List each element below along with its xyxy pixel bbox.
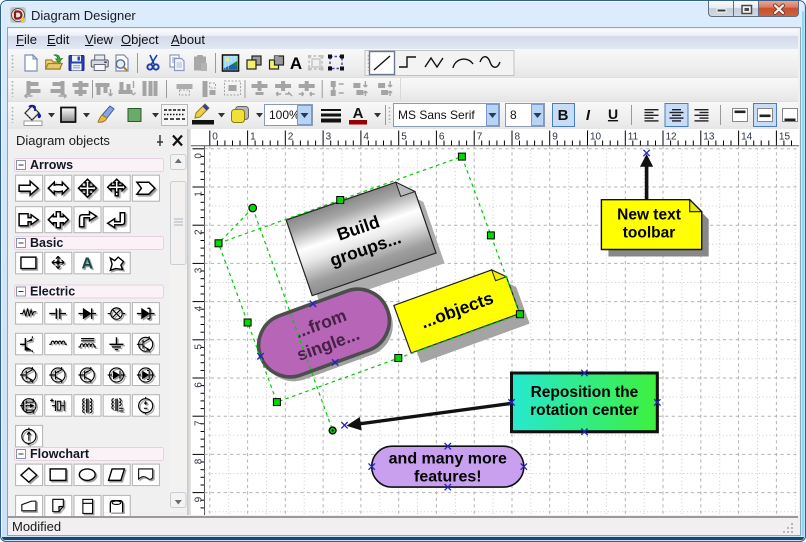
svg-text:A: A	[290, 54, 302, 73]
svg-text:10: 10	[590, 132, 602, 143]
svg-text:New text: New text	[617, 207, 681, 224]
svg-text:A: A	[82, 256, 94, 273]
svg-text:100%: 100%	[269, 108, 300, 122]
svg-text:U: U	[608, 106, 618, 122]
svg-text:6: 6	[194, 382, 205, 388]
svg-text:Electric: Electric	[30, 285, 75, 299]
svg-text:12: 12	[666, 132, 678, 143]
svg-text:9: 9	[194, 496, 205, 502]
svg-text:Basic: Basic	[30, 236, 63, 250]
svg-text:1: 1	[194, 191, 205, 197]
svg-text:A: A	[353, 105, 364, 122]
svg-text:MS Sans Serif: MS Sans Serif	[398, 108, 475, 122]
svg-text:Flowchart: Flowchart	[30, 447, 90, 461]
svg-text:13: 13	[703, 132, 715, 143]
svg-text:8: 8	[510, 108, 517, 122]
svg-text:toolbar: toolbar	[623, 225, 676, 242]
svg-text:4: 4	[194, 305, 205, 311]
svg-text:8: 8	[194, 458, 205, 464]
svg-text:features!: features!	[414, 469, 482, 486]
svg-text:and many more: and many more	[389, 451, 507, 468]
svg-text:7: 7	[194, 420, 205, 426]
svg-text:5: 5	[194, 344, 205, 350]
svg-text:B: B	[558, 107, 569, 124]
svg-text:0: 0	[194, 153, 205, 159]
svg-text:I: I	[586, 107, 591, 124]
svg-text:Arrows: Arrows	[30, 158, 73, 172]
svg-text:rotation center: rotation center	[530, 402, 639, 419]
svg-text:15: 15	[779, 132, 791, 143]
svg-text:14: 14	[741, 132, 753, 143]
svg-text:Reposition the: Reposition the	[531, 384, 639, 401]
svg-text:3: 3	[194, 267, 205, 273]
svg-text:2: 2	[194, 229, 205, 235]
